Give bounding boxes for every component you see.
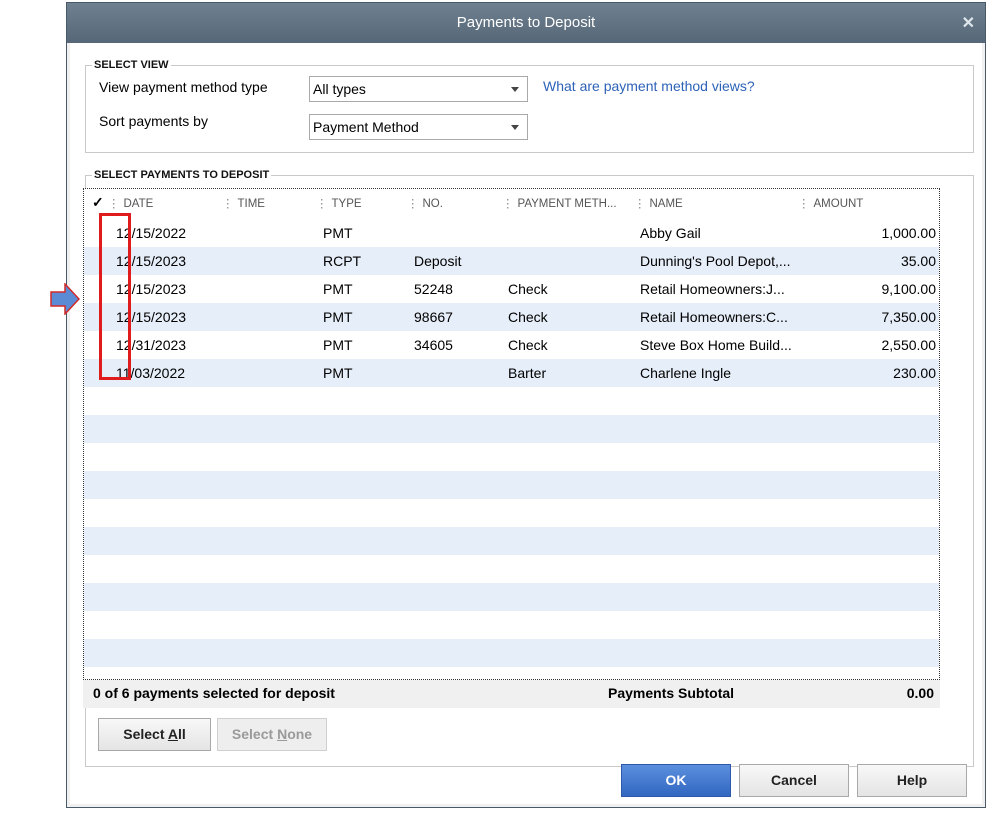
amount-cell: 9,100.00 xyxy=(881,281,937,297)
method-cell: Barter xyxy=(508,365,547,381)
table-row[interactable]: 12/15/2023 RCPT Deposit Dunning's Pool D… xyxy=(84,247,939,275)
table-body: 12/15/2022 PMT Abby Gail 1,000.00 12/15/… xyxy=(84,219,939,679)
type-cell: PMT xyxy=(323,365,353,381)
empty-row xyxy=(84,583,939,611)
type-cell: RCPT xyxy=(323,253,362,269)
column-header-amount[interactable]: ⋮ AMOUNT xyxy=(798,196,863,210)
name-cell: Steve Box Home Build... xyxy=(640,337,792,353)
name-cell: Retail Homeowners:C... xyxy=(640,309,788,325)
name-cell: Retail Homeowners:J... xyxy=(640,281,785,297)
no-cell: 52248 xyxy=(414,281,453,297)
cancel-button[interactable]: Cancel xyxy=(739,764,849,797)
select-all-button[interactable]: Select All xyxy=(98,718,211,751)
empty-row xyxy=(84,611,939,639)
dialog-content: SELECT VIEW View payment method type All… xyxy=(70,43,982,804)
sort-payments-dropdown[interactable]: Payment Method xyxy=(309,114,528,140)
name-cell: Charlene Ingle xyxy=(640,365,732,381)
table-summary-bar: 0 of 6 payments selected for deposit Pay… xyxy=(83,680,940,708)
table-row[interactable]: 12/15/2023 PMT 98667 Check Retail Homeow… xyxy=(84,303,939,331)
empty-row xyxy=(84,443,939,471)
select-none-button[interactable]: Select None xyxy=(217,718,327,751)
method-cell: Check xyxy=(508,281,548,297)
table-row[interactable]: 12/15/2022 PMT Abby Gail 1,000.00 xyxy=(84,219,939,247)
payments-subtotal-value: 0.00 xyxy=(906,685,934,701)
payment-method-views-help-link[interactable]: What are payment method views? xyxy=(543,78,755,94)
empty-row xyxy=(84,471,939,499)
empty-row xyxy=(84,415,939,443)
payments-table: ✓ ⋮ DATE ⋮ TIME ⋮ TYPE ⋮ NO. ⋮ PAYMENT METH..… xyxy=(83,188,940,680)
selection-summary: 0 of 6 payments selected for deposit xyxy=(93,685,335,701)
help-button[interactable]: Help xyxy=(857,764,967,797)
no-cell: 34605 xyxy=(414,337,453,353)
name-cell: Dunning's Pool Depot,... xyxy=(640,253,791,269)
chevron-down-icon xyxy=(511,87,519,92)
empty-row xyxy=(84,499,939,527)
name-cell: Abby Gail xyxy=(640,225,701,241)
chevron-down-icon xyxy=(511,125,519,130)
amount-cell: 2,550.00 xyxy=(881,337,937,353)
type-cell: PMT xyxy=(323,309,353,325)
empty-row xyxy=(84,555,939,583)
empty-row xyxy=(84,667,939,679)
table-header: ✓ ⋮ DATE ⋮ TIME ⋮ TYPE ⋮ NO. ⋮ PAYMENT METH..… xyxy=(84,189,939,217)
close-icon[interactable]: ✕ xyxy=(962,13,975,33)
amount-cell: 7,350.00 xyxy=(881,309,937,325)
column-header-date[interactable]: ⋮ DATE xyxy=(108,196,153,210)
table-row[interactable]: 12/15/2023 PMT 52248 Check Retail Homeow… xyxy=(84,275,939,303)
empty-row xyxy=(84,387,939,415)
select-payments-title: SELECT PAYMENTS TO DEPOSIT xyxy=(92,169,272,181)
ok-button[interactable]: OK xyxy=(621,764,731,797)
dialog-title: Payments to Deposit xyxy=(456,14,596,31)
table-row[interactable]: 12/31/2023 PMT 34605 Check Steve Box Hom… xyxy=(84,331,939,359)
type-cell: PMT xyxy=(323,337,353,353)
table-row[interactable]: 11/03/2022 PMT Barter Charlene Ingle 230… xyxy=(84,359,939,387)
column-header-no[interactable]: ⋮ NO. xyxy=(407,196,443,210)
select-view-title: SELECT VIEW xyxy=(92,59,171,71)
column-header-name[interactable]: ⋮ NAME xyxy=(634,196,683,210)
title-bar[interactable]: Payments to Deposit ✕ xyxy=(67,3,985,43)
method-cell: Check xyxy=(508,337,548,353)
sort-payments-label: Sort payments by xyxy=(99,113,208,129)
payment-method-type-value: All types xyxy=(313,81,366,97)
select-view-group: SELECT VIEW View payment method type All… xyxy=(85,59,974,153)
amount-cell: 230.00 xyxy=(893,365,936,381)
type-cell: PMT xyxy=(323,281,353,297)
payment-method-type-label: View payment method type xyxy=(99,79,268,95)
column-header-type[interactable]: ⋮ TYPE xyxy=(316,196,362,210)
checkbox-column-highlight xyxy=(99,213,131,380)
no-cell: 98667 xyxy=(414,309,453,325)
amount-cell: 35.00 xyxy=(900,253,936,269)
type-cell: PMT xyxy=(323,225,353,241)
payments-subtotal-label: Payments Subtotal xyxy=(608,685,735,701)
column-header-payment-method[interactable]: ⋮ PAYMENT METH... xyxy=(502,196,617,210)
payment-method-type-dropdown[interactable]: All types xyxy=(309,76,528,102)
column-header-time[interactable]: ⋮ TIME xyxy=(222,196,265,210)
column-header-check[interactable]: ✓ xyxy=(92,194,104,211)
empty-row xyxy=(84,527,939,555)
amount-cell: 1,000.00 xyxy=(881,225,937,241)
method-cell: Check xyxy=(508,309,548,325)
sort-payments-value: Payment Method xyxy=(313,119,419,135)
arrow-right-icon xyxy=(50,283,80,315)
payments-to-deposit-dialog: Payments to Deposit ✕ SELECT VIEW View p… xyxy=(66,2,986,808)
empty-row xyxy=(84,639,939,667)
no-cell: Deposit xyxy=(414,253,462,269)
